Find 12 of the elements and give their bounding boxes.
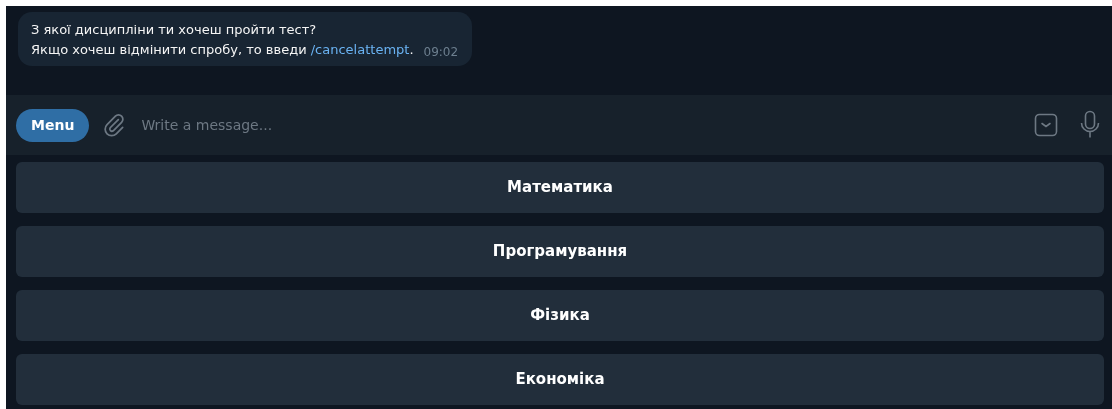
keyboard-button[interactable]: Програмування (16, 226, 1104, 277)
keyboard-button[interactable]: Економіка (16, 354, 1104, 405)
message-composer[interactable]: Menu Write a message... (6, 95, 1112, 155)
message-input[interactable]: Write a message... (139, 113, 1022, 137)
message-text: З якої дисципліни ти хочеш пройти тест? Якщо хочеш відмінити спробу, то введи /cancelattempt. (31, 21, 414, 59)
keyboard-button[interactable]: Математика (16, 162, 1104, 213)
emoji-panel-icon[interactable] (1034, 113, 1058, 137)
message-time: 09:02 (423, 44, 459, 60)
keyboard-button[interactable]: Фізика (16, 290, 1104, 341)
command-link[interactable]: /cancelattempt (310, 42, 410, 57)
microphone-icon[interactable] (1078, 110, 1102, 140)
menu-button[interactable]: Menu (16, 108, 90, 142)
